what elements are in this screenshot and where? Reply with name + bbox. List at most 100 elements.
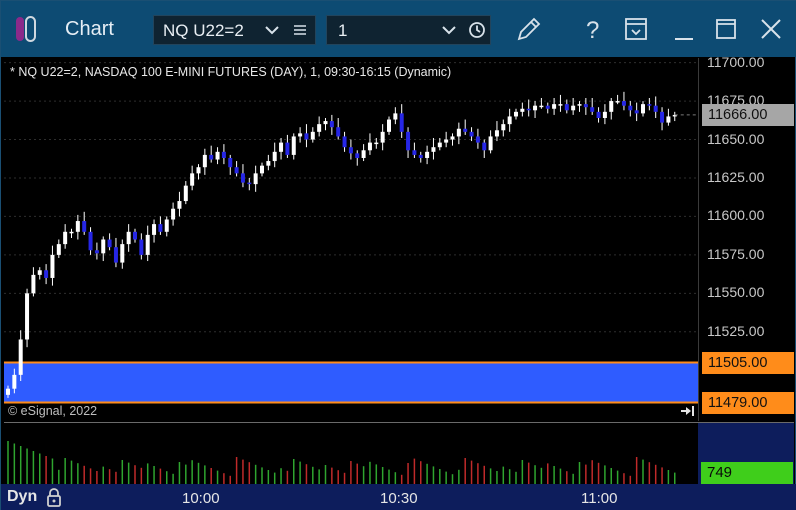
candle-body [202, 154, 207, 168]
price-tick-label: 11625.00 [707, 168, 765, 185]
candle-body [653, 105, 658, 112]
time-label: 11:00 [581, 490, 618, 507]
candle-body [425, 151, 430, 158]
candle-body [571, 105, 576, 111]
candle-body [367, 142, 372, 151]
candle-body [380, 131, 385, 143]
candle-body [177, 201, 182, 209]
price-tick-label: 11650.00 [707, 130, 765, 147]
close-icon[interactable] [756, 13, 786, 45]
candle-body [317, 124, 322, 132]
candle-body [647, 104, 652, 106]
volume-tag: 749 [701, 462, 793, 484]
candle-body [450, 136, 455, 140]
candlestick-plot[interactable] [4, 58, 698, 421]
candle-body [221, 151, 226, 158]
help-icon[interactable]: ? [577, 13, 607, 45]
candle-body [158, 224, 163, 232]
candle-body [621, 101, 626, 106]
candle-body [247, 182, 252, 185]
candle-body [126, 231, 131, 245]
candle-body [583, 104, 588, 108]
candle-body [291, 136, 296, 155]
candle-body [101, 239, 106, 254]
candle-body [387, 119, 391, 132]
candle-body [120, 244, 125, 263]
candle-body [31, 274, 36, 294]
candle-body [63, 231, 68, 245]
price-axis[interactable]: 11700.00 11675.00 11650.00 11625.00 11600.00… [698, 54, 794, 421]
candle-body [139, 239, 144, 255]
candle-body [469, 131, 474, 137]
time-label: 10:30 [380, 490, 418, 507]
list-menu-icon[interactable] [292, 22, 308, 38]
candle-body [44, 270, 49, 278]
candle-body [75, 221, 80, 232]
candle-body [18, 339, 23, 375]
candle-body [12, 374, 17, 389]
candle-body [361, 150, 366, 158]
symbol-selector[interactable]: NQ U22=2 [153, 15, 316, 45]
window-title: Chart [65, 18, 114, 40]
save-template-icon[interactable] [621, 13, 651, 45]
candle-body [69, 231, 74, 234]
price-tick-label: 11575.00 [707, 245, 765, 262]
candle-body [260, 165, 264, 174]
candle-body [323, 121, 328, 125]
chevron-down-icon[interactable] [441, 22, 457, 38]
interval-input[interactable]: 1 [338, 21, 347, 41]
svg-text:?: ? [586, 17, 599, 44]
volume-pane[interactable] [4, 422, 698, 485]
candle-body [501, 124, 506, 131]
candle-body [145, 234, 150, 255]
candle-body [6, 388, 10, 395]
time-label: 10:00 [182, 490, 220, 507]
candle-body [666, 116, 671, 123]
candle-body [88, 231, 93, 251]
candle-body [25, 293, 30, 340]
price-tick-label: 11600.00 [707, 207, 765, 224]
candle-body [190, 173, 195, 186]
candle-body [456, 128, 461, 137]
candle-body [412, 150, 417, 155]
price-tick-label: 11525.00 [707, 322, 765, 339]
candle-body [533, 105, 538, 111]
candle-body [304, 133, 309, 140]
candle-body [514, 111, 518, 117]
minimize-icon[interactable] [669, 13, 699, 45]
volume-axis: 749 [698, 422, 794, 484]
band-low-tag: 11479.00 [702, 391, 794, 414]
candle-body [564, 104, 569, 111]
interval-selector[interactable]: 1 [326, 15, 491, 45]
price-chart[interactable] [4, 58, 698, 421]
chevron-down-icon[interactable] [264, 22, 280, 38]
candle-body [183, 185, 188, 202]
clock-icon[interactable] [468, 21, 486, 39]
candle-body [431, 147, 436, 152]
maximize-icon[interactable] [711, 13, 741, 45]
candle-body [634, 110, 639, 114]
candle-body [164, 219, 169, 232]
candle-body [171, 208, 176, 220]
candle-body [558, 104, 563, 106]
candle-body [437, 142, 442, 148]
candle-body [152, 224, 157, 235]
candle-body [475, 136, 480, 143]
candle-body [266, 161, 271, 166]
candle-body [37, 270, 42, 275]
candle-body [399, 113, 404, 132]
scroll-to-end-icon[interactable] [679, 404, 695, 418]
lock-icon[interactable] [45, 486, 63, 508]
dyn-label[interactable]: Dyn [7, 488, 37, 506]
candle-body [602, 111, 607, 118]
band-high-tag: 11505.00 [702, 351, 794, 374]
candle-body [609, 101, 614, 112]
candle-body [526, 108, 531, 111]
time-axis[interactable]: Dyn 10:00 10:30 11:00 [1, 484, 796, 510]
pencil-icon[interactable] [513, 13, 543, 45]
candle-body [82, 221, 87, 232]
candle-body [336, 127, 341, 137]
candle-body [196, 167, 201, 174]
symbol-input[interactable]: NQ U22=2 [163, 21, 244, 41]
candle-body [660, 111, 665, 123]
